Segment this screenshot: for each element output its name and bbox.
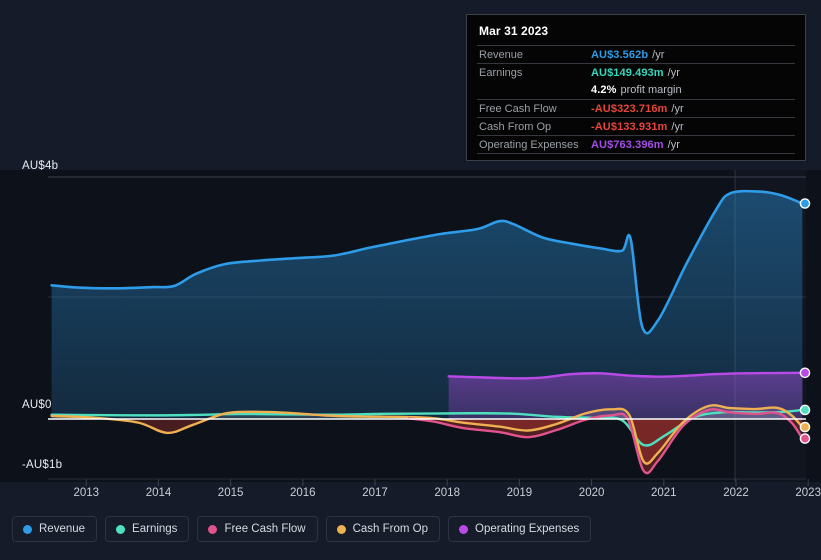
legend-item-label: Cash From Op	[352, 523, 429, 535]
tooltip-row-label: Cash From Op	[479, 120, 552, 133]
legend-item-earnings[interactable]: Earnings	[105, 516, 190, 542]
profit-margin-label: profit margin	[620, 84, 682, 96]
tooltip-bottom-rule	[477, 153, 795, 154]
tooltip-row: Revenue AU$3.562b/yr	[477, 45, 795, 63]
x-axis-label: 2016	[290, 487, 316, 499]
x-axis-label: 2014	[145, 487, 172, 499]
legend-item-label: Free Cash Flow	[224, 523, 306, 535]
legend-color-dot-icon	[208, 524, 218, 534]
tooltip-row-unit: /yr	[671, 102, 684, 115]
tooltip-row: Free Cash Flow -AU$323.716m/yr	[477, 99, 795, 117]
x-axis-label: 2013	[73, 487, 100, 499]
chart-legend[interactable]: Revenue Earnings Free Cash Flow Cash From O…	[12, 516, 592, 542]
chart-tooltip: Mar 31 2023 Revenue AU$3.562b/yr Earnings A…	[466, 14, 806, 161]
tooltip-row-label: Operating Expenses	[479, 138, 579, 151]
legend-color-dot-icon	[116, 524, 126, 534]
tooltip-row-unit: /yr	[667, 66, 680, 79]
chart-screenshot: AU$4b AU$0 -AU$1b 2013 2014 2015 2016 2017 2018…	[0, 0, 821, 560]
y-axis-label: -AU$1b	[22, 459, 63, 471]
tooltip-rows: Revenue AU$3.562b/yr Earnings AU$149.493m/y…	[477, 45, 795, 154]
legend-item-label: Operating Expenses	[475, 523, 580, 535]
profit-margin-value: 4.2%	[591, 84, 617, 96]
legend-color-dot-icon	[336, 524, 346, 534]
tooltip-row-unit: /yr	[667, 138, 680, 151]
x-axis-label: 2020	[578, 487, 605, 499]
legend-item-free-cash-flow[interactable]: Free Cash Flow	[197, 516, 318, 542]
legend-item-cash-from-op[interactable]: Cash From Op	[325, 516, 441, 542]
x-axis-label: 2018	[434, 487, 460, 499]
tooltip-row: Earnings AU$149.493m/yr	[477, 63, 795, 81]
legend-item-operating-expenses[interactable]: Operating Expenses	[448, 516, 592, 542]
tooltip-row-value: AU$149.493m	[591, 66, 664, 79]
tooltip-row-label: Earnings	[479, 66, 523, 79]
tooltip-date: Mar 31 2023	[479, 24, 549, 38]
x-axis-label: 2015	[217, 487, 244, 499]
legend-item-revenue[interactable]: Revenue	[12, 516, 98, 542]
tooltip-row-value: -AU$133.931m	[591, 120, 668, 133]
tooltip-row: Operating Expenses AU$763.396m/yr	[477, 135, 795, 153]
tooltip-row-value: AU$763.396m	[591, 138, 664, 151]
legend-item-label: Earnings	[132, 523, 178, 535]
tooltip-row: Cash From Op -AU$133.931m/yr	[477, 117, 795, 135]
tooltip-row-unit: /yr	[671, 120, 684, 133]
tooltip-profit-margin-row: 4.2% profit margin	[477, 81, 795, 99]
y-axis-label: AU$4b	[22, 160, 59, 172]
tooltip-row-unit: /yr	[652, 48, 665, 61]
legend-color-dot-icon	[23, 524, 32, 534]
tooltip-row-label: Revenue	[479, 48, 524, 61]
legend-color-dot-icon	[459, 524, 469, 534]
tooltip-row-label: Free Cash Flow	[479, 102, 557, 115]
legend-item-label: Revenue	[39, 523, 86, 535]
x-axis-label: 2017	[362, 487, 388, 499]
tooltip-row-value: -AU$323.716m	[591, 102, 668, 115]
x-axis-label: 2022	[723, 487, 749, 499]
y-axis-label: AU$0	[22, 399, 52, 411]
tooltip-row-value: AU$3.562b	[591, 48, 649, 61]
x-axis-label: 2021	[651, 487, 677, 499]
x-axis-label: 2023	[795, 487, 821, 499]
x-axis-label: 2019	[506, 487, 533, 499]
